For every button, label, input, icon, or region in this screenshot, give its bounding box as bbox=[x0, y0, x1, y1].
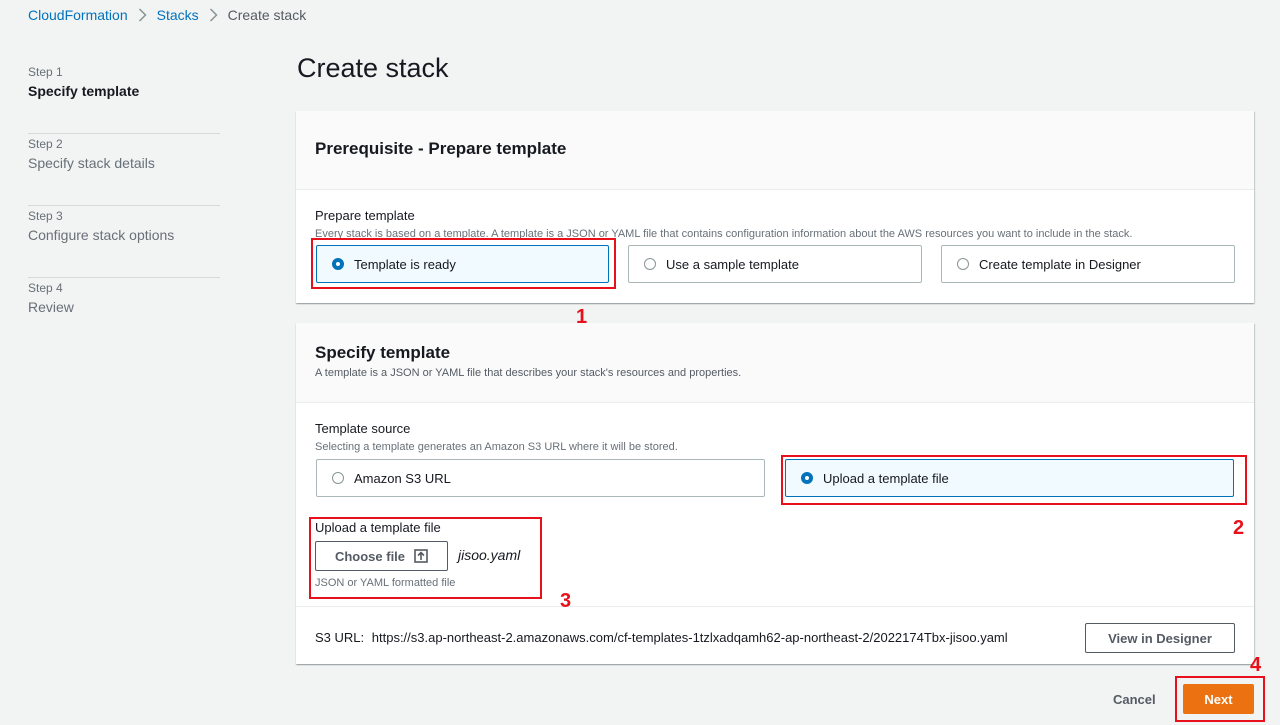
s3-url-option[interactable]: Amazon S3 URL bbox=[316, 459, 765, 497]
view-in-designer-button[interactable]: View in Designer bbox=[1085, 623, 1235, 653]
option-label: Amazon S3 URL bbox=[354, 470, 451, 486]
annotation-box-2 bbox=[781, 455, 1247, 505]
step-label: Review bbox=[28, 299, 74, 315]
panel-heading: Specify template bbox=[315, 343, 451, 362]
step-number: Step 4 bbox=[28, 281, 63, 295]
radio-icon bbox=[957, 258, 969, 270]
step-number: Step 1 bbox=[28, 65, 63, 79]
option-label: Use a sample template bbox=[666, 256, 799, 272]
chevron-right-icon bbox=[209, 8, 218, 22]
annotation-number-3: 3 bbox=[560, 590, 572, 612]
annotation-box-4 bbox=[1175, 676, 1265, 722]
step-2: Step 2 Specify stack details bbox=[28, 134, 220, 206]
prepare-template-label: Prepare template bbox=[315, 208, 415, 223]
panel-heading: Prerequisite - Prepare template bbox=[315, 139, 567, 158]
designer-template-option[interactable]: Create template in Designer bbox=[941, 245, 1235, 283]
step-label: Specify stack details bbox=[28, 155, 155, 171]
divider bbox=[296, 606, 1254, 607]
s3-url-row: S3 URL: https://s3.ap-northeast-2.amazon… bbox=[315, 630, 1008, 645]
template-source-desc: Selecting a template generates an Amazon… bbox=[315, 441, 678, 453]
step-4: Step 4 Review bbox=[28, 278, 220, 350]
annotation-number-4: 4 bbox=[1250, 654, 1262, 676]
step-label: Configure stack options bbox=[28, 227, 175, 243]
breadcrumb-stacks-link[interactable]: Stacks bbox=[157, 7, 199, 23]
cancel-button[interactable]: Cancel bbox=[1113, 692, 1156, 707]
panel-description: A template is a JSON or YAML file that d… bbox=[315, 367, 742, 379]
wizard-steps: Step 1 Specify template Step 2 Specify s… bbox=[28, 62, 220, 350]
step-label: Specify template bbox=[28, 83, 140, 99]
s3-url-label: S3 URL: bbox=[315, 630, 365, 645]
annotation-box-1 bbox=[311, 238, 616, 289]
panel-header: Prerequisite - Prepare template bbox=[296, 111, 1254, 190]
step-number: Step 3 bbox=[28, 209, 63, 223]
radio-icon bbox=[644, 258, 656, 270]
annotation-box-3 bbox=[309, 517, 542, 599]
radio-icon bbox=[332, 472, 344, 484]
sample-template-option[interactable]: Use a sample template bbox=[628, 245, 922, 283]
step-1[interactable]: Step 1 Specify template bbox=[28, 62, 220, 134]
s3-url-value: https://s3.ap-northeast-2.amazonaws.com/… bbox=[371, 630, 1008, 645]
annotation-number-1: 1 bbox=[576, 306, 588, 328]
breadcrumb-current: Create stack bbox=[227, 7, 307, 23]
breadcrumb: CloudFormation Stacks Create stack bbox=[28, 7, 306, 23]
breadcrumb-cloudformation-link[interactable]: CloudFormation bbox=[28, 7, 128, 23]
page-title: Create stack bbox=[297, 53, 449, 83]
panel-header: Specify template A template is a JSON or… bbox=[296, 323, 1254, 403]
option-label: Create template in Designer bbox=[979, 256, 1141, 272]
template-source-label: Template source bbox=[315, 421, 411, 436]
annotation-number-2: 2 bbox=[1233, 517, 1245, 539]
step-number: Step 2 bbox=[28, 137, 63, 151]
step-3: Step 3 Configure stack options bbox=[28, 206, 220, 278]
chevron-right-icon bbox=[138, 8, 147, 22]
